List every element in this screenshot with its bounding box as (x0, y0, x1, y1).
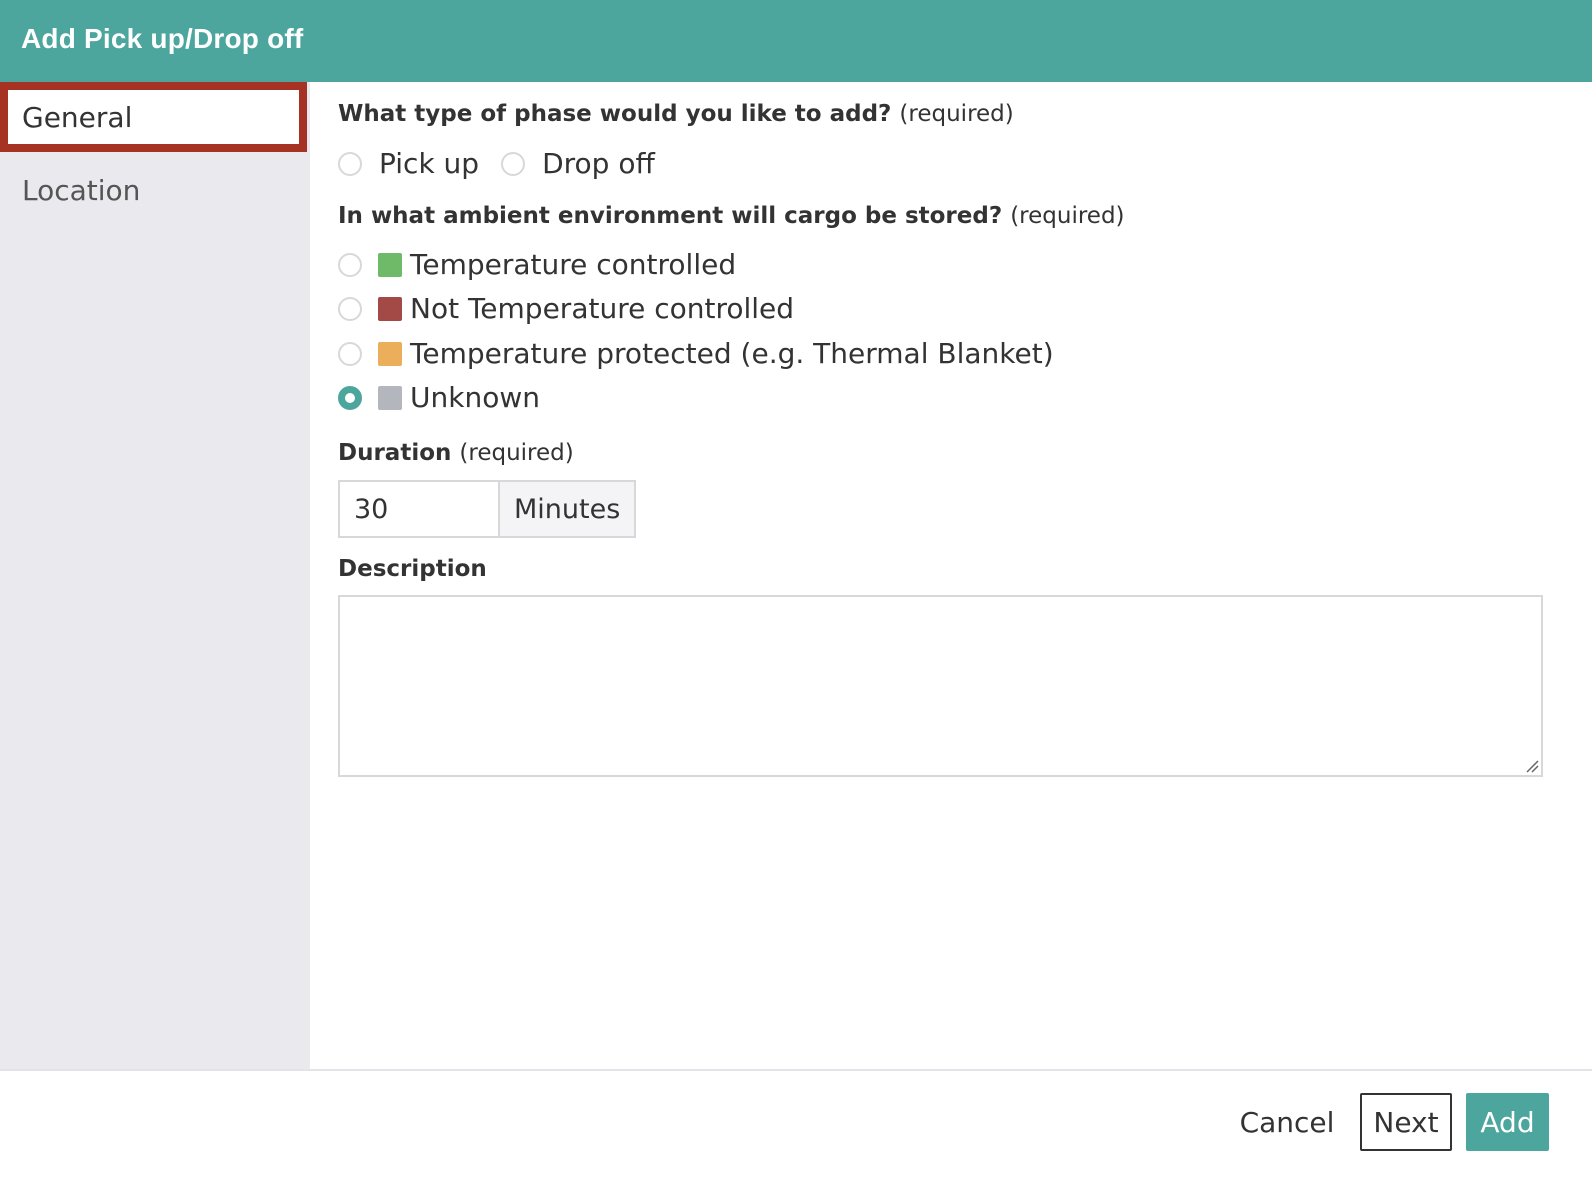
green-swatch-icon (378, 252, 402, 277)
add-button[interactable]: Add (1466, 1093, 1549, 1151)
unknown-radio[interactable] (338, 385, 362, 410)
drop-off-radio[interactable] (501, 151, 526, 176)
dialog-header: Add Pick up/Drop off (0, 0, 1592, 82)
environment-question-label: In what ambient environment will cargo b… (338, 203, 1125, 229)
environment-option-not-temperature-controlled[interactable]: Not Temperature controlled (338, 292, 794, 325)
next-button[interactable]: Next (1360, 1093, 1452, 1151)
cancel-button[interactable]: Cancel (1234, 1093, 1340, 1151)
description-textarea[interactable] (338, 595, 1543, 777)
duration-unit-addon: Minutes (498, 480, 637, 538)
required-hint: (required) (1010, 203, 1125, 229)
temperature-controlled-radio[interactable] (338, 252, 362, 277)
duration-input[interactable] (338, 480, 498, 538)
required-hint: (required) (899, 101, 1014, 127)
dialog-title: Add Pick up/Drop off (21, 23, 304, 54)
unknown-label[interactable]: Unknown (410, 381, 540, 414)
temperature-controlled-label[interactable]: Temperature controlled (410, 248, 736, 281)
environment-question-text: In what ambient environment will cargo b… (338, 203, 1003, 229)
sidebar-item-label: Location (22, 173, 141, 207)
footer-divider (0, 1069, 1592, 1071)
sidebar-item-location[interactable]: Location (0, 155, 307, 225)
phase-question-label: What type of phase would you like to add… (338, 101, 1014, 127)
phase-question-text: What type of phase would you like to add… (338, 101, 892, 127)
sidebar: General Location (0, 82, 310, 1070)
resize-handle-icon[interactable] (1525, 759, 1539, 773)
red-swatch-icon (378, 296, 402, 321)
temperature-protected-label[interactable]: Temperature protected (e.g. Thermal Blan… (410, 337, 1054, 370)
duration-input-group: Minutes (338, 480, 637, 538)
required-hint: (required) (459, 440, 574, 466)
drop-off-label[interactable]: Drop off (542, 147, 655, 180)
gray-swatch-icon (378, 385, 402, 410)
description-label: Description (338, 556, 487, 582)
sidebar-item-general[interactable]: General (0, 82, 307, 152)
description-label-text: Description (338, 556, 487, 582)
not-temperature-controlled-radio[interactable] (338, 296, 362, 321)
sidebar-item-label: General (22, 100, 133, 134)
environment-option-temperature-protected[interactable]: Temperature protected (e.g. Thermal Blan… (338, 337, 1054, 370)
duration-label-text: Duration (338, 440, 452, 466)
environment-option-temperature-controlled[interactable]: Temperature controlled (338, 248, 736, 281)
pick-up-label[interactable]: Pick up (379, 147, 479, 180)
duration-label: Duration (required) (338, 440, 574, 466)
temperature-protected-radio[interactable] (338, 341, 362, 366)
pick-up-radio[interactable] (338, 151, 362, 176)
phase-options: Pick up Drop off (338, 147, 655, 180)
not-temperature-controlled-label[interactable]: Not Temperature controlled (410, 292, 794, 325)
orange-swatch-icon (378, 341, 402, 366)
environment-option-unknown[interactable]: Unknown (338, 381, 540, 414)
